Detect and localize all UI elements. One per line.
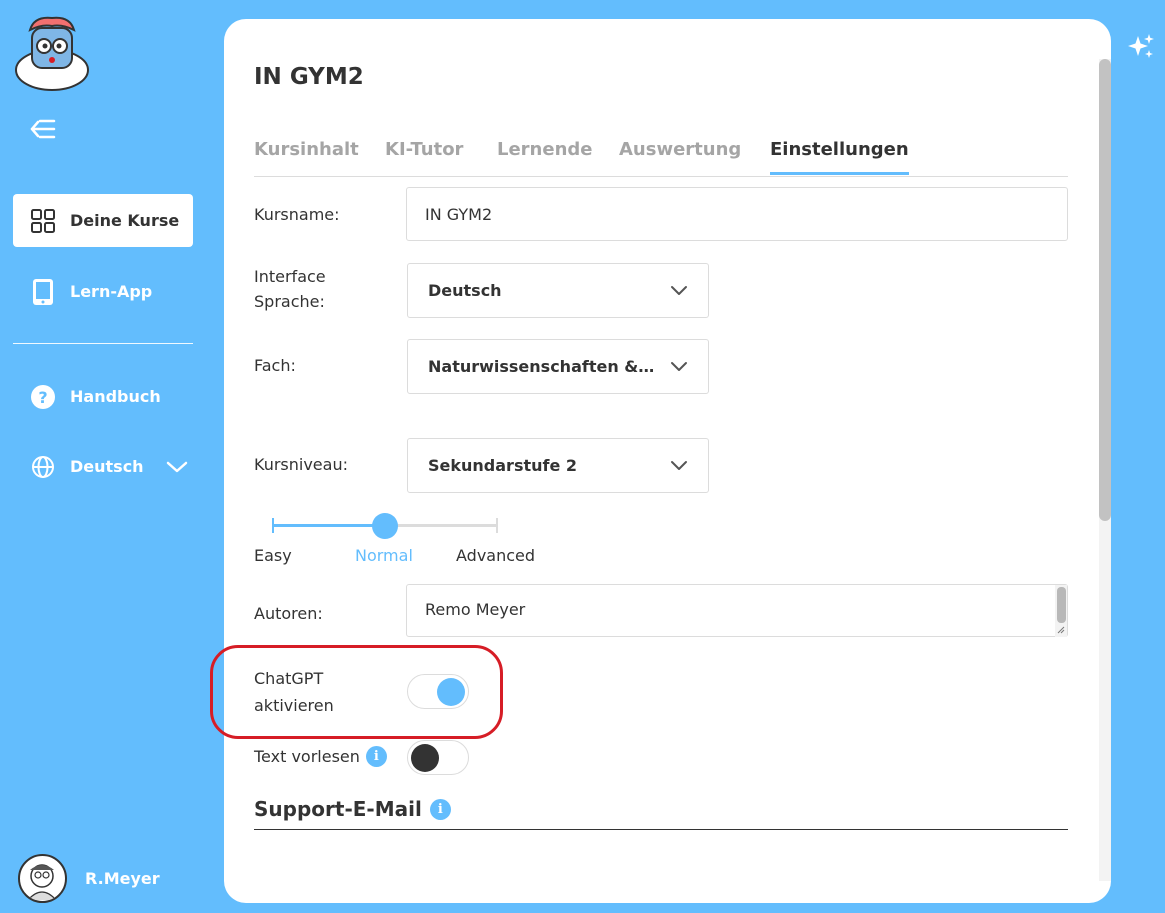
tab-bar: Kursinhalt KI-Tutor Lernende Auswertung … [254,139,1068,177]
user-profile[interactable]: R.Meyer [18,854,160,903]
chevron-down-icon [671,285,687,295]
user-name: R.Meyer [85,869,160,888]
difficulty-advanced-label[interactable]: Advanced [456,546,535,565]
interface-language-label: Interface Sprache: [254,264,326,314]
svg-text:?: ? [38,388,47,407]
nav-lern-app[interactable]: Lern-App [13,265,193,318]
nav-deine-kurse[interactable]: Deine Kurse [13,194,193,247]
info-icon[interactable]: i [429,798,451,820]
fach-value: Naturwissenschaften & Mathematik [428,357,658,376]
interface-language-select[interactable]: Deutsch [407,263,709,318]
support-email-heading: Support-E-Mail i [254,797,1068,830]
difficulty-normal-label[interactable]: Normal [355,546,413,565]
toggle-knob [437,678,465,706]
support-email-title: Support-E-Mail [254,797,422,821]
tablet-icon [33,278,53,305]
slider-tick-end [496,518,498,533]
chatgpt-label-line1: ChatGPT [254,669,324,688]
language-selector[interactable]: Deutsch [13,440,193,493]
fach-select[interactable]: Naturwissenschaften & Mathematik [407,339,709,394]
kursniveau-label: Kursniveau: [254,455,348,474]
nav-handbuch[interactable]: ? Handbuch [13,370,193,423]
slider-knob[interactable] [372,513,398,539]
info-icon[interactable]: i [365,746,387,767]
sidebar-divider [13,343,193,344]
chevron-down-icon [166,461,187,472]
toggle-knob [411,744,439,772]
collapse-sidebar-icon[interactable] [28,116,58,142]
chevron-down-icon [671,460,687,470]
autoren-value: Remo Meyer [425,600,526,619]
course-settings-panel: IN GYM2 Kursinhalt KI-Tutor Lernende Aus… [224,19,1111,903]
resize-grip-icon[interactable] [1057,626,1065,634]
kursname-input[interactable]: IN GYM2 [406,187,1068,241]
autoren-textarea[interactable]: Remo Meyer [406,584,1068,637]
tts-label: Text vorlesen i [254,744,387,769]
avatar [18,854,67,903]
sparkle-icon[interactable] [1126,32,1156,62]
tab-auswertung[interactable]: Auswertung [619,139,741,172]
slider-tick-start [272,518,274,533]
tab-lernende[interactable]: Lernende [497,139,592,172]
app-logo [12,14,92,92]
kursniveau-value: Sekundarstufe 2 [428,456,578,475]
globe-icon [32,455,54,478]
chatgpt-label: ChatGPT aktivieren [254,665,334,719]
tab-kursinhalt[interactable]: Kursinhalt [254,139,359,172]
tab-einstellungen[interactable]: Einstellungen [770,139,909,175]
chatgpt-toggle[interactable] [407,674,469,709]
tab-ki-tutor[interactable]: KI-Tutor [385,139,463,172]
page-title: IN GYM2 [254,64,364,90]
kursname-value: IN GYM2 [425,204,493,224]
tts-label-text: Text vorlesen [254,747,360,766]
tts-toggle[interactable] [407,740,469,775]
difficulty-easy-label[interactable]: Easy [254,546,292,565]
help-icon: ? [31,384,55,409]
kursname-label: Kursname: [254,205,340,224]
kursniveau-select[interactable]: Sekundarstufe 2 [407,438,709,493]
slider-fill [272,524,385,527]
scrollbar-thumb[interactable] [1099,59,1111,521]
fach-label: Fach: [254,356,296,375]
chatgpt-label-line2: aktivieren [254,696,334,715]
difficulty-slider[interactable] [272,513,498,539]
interface-language-label-line1: Interface [254,267,326,286]
nav-deine-kurse-label: Deine Kurse [70,211,180,230]
nav-handbuch-label: Handbuch [70,387,161,406]
nav-lern-app-label: Lern-App [70,282,153,301]
interface-language-value: Deutsch [428,281,502,300]
chevron-down-icon [671,361,687,371]
grid-icon [31,208,55,233]
interface-language-label-line2: Sprache: [254,292,325,311]
autoren-label: Autoren: [254,604,323,623]
language-label: Deutsch [70,457,144,476]
